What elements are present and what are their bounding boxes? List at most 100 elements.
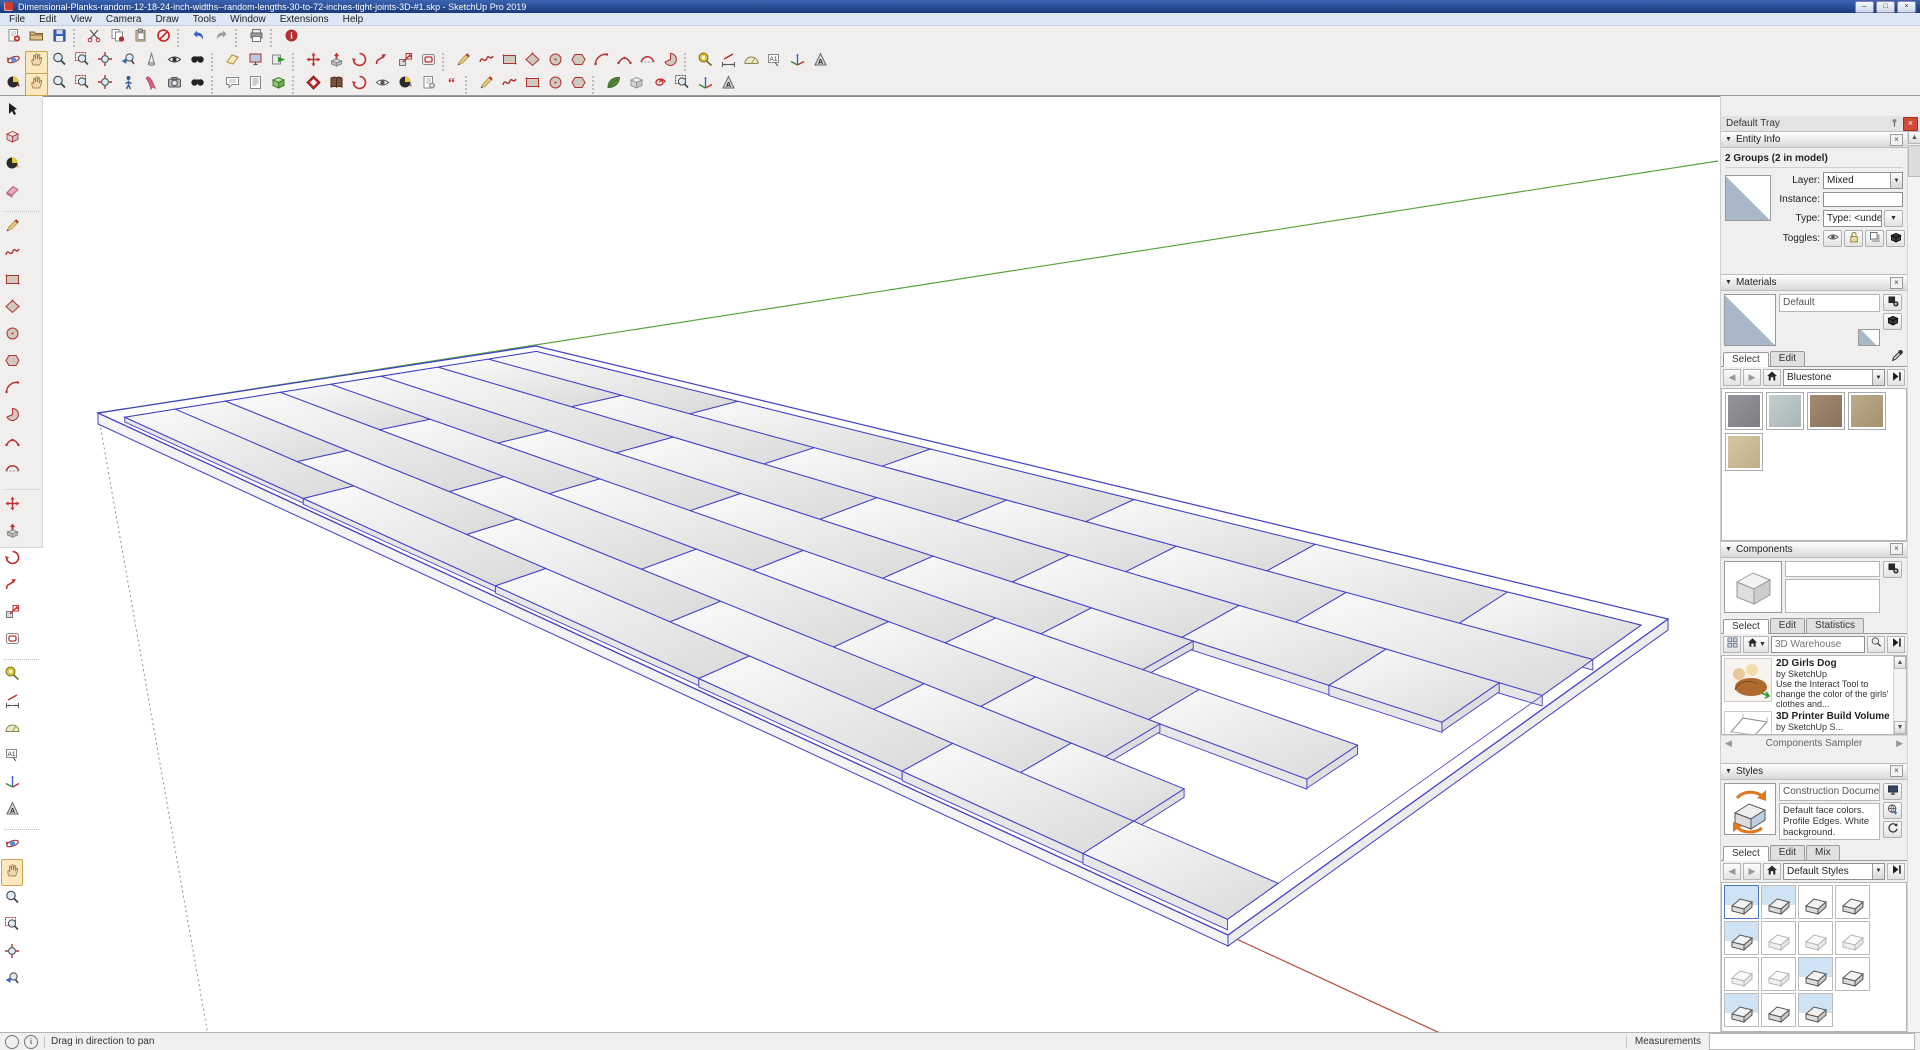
styles-details-button[interactable]	[1887, 863, 1905, 880]
toggle-lock-button[interactable]	[1844, 230, 1863, 247]
geolocation-icon[interactable]	[5, 1035, 19, 1049]
menu-draw[interactable]: Draw	[148, 13, 185, 26]
tape-measure-button[interactable]	[1, 662, 23, 689]
paint-bucket-button[interactable]	[1, 152, 23, 179]
cut-button[interactable]	[83, 27, 106, 50]
offset-button[interactable]	[417, 51, 440, 74]
zoom-button[interactable]	[1, 886, 23, 913]
erase-button[interactable]	[152, 27, 175, 50]
materials-tab-edit[interactable]: Edit	[1770, 351, 1805, 366]
export-animation-button[interactable]	[267, 51, 290, 74]
redo-button[interactable]	[210, 27, 233, 50]
pan-button[interactable]	[25, 51, 48, 74]
zoom-2-button[interactable]	[48, 73, 71, 96]
menu-edit[interactable]: Edit	[32, 13, 63, 26]
styles-tab-mix[interactable]: Mix	[1806, 845, 1840, 860]
walk-2-button[interactable]	[25, 73, 48, 96]
sandbox-freehand-button[interactable]	[498, 73, 521, 96]
material-swatch-tan-stone[interactable]	[1848, 392, 1886, 430]
style-thumb-13[interactable]	[1724, 993, 1759, 1027]
three-point-arc-button[interactable]	[1, 457, 23, 484]
scroll-up-icon[interactable]: ▲	[1894, 656, 1906, 669]
style-thumb-1[interactable]	[1724, 885, 1759, 919]
scale-button[interactable]	[1, 600, 23, 627]
scale-button[interactable]	[394, 51, 417, 74]
line-button[interactable]	[1, 214, 23, 241]
components-tab-select[interactable]: Select	[1723, 619, 1769, 634]
menu-window[interactable]: Window	[223, 13, 273, 26]
sandbox-poly-button[interactable]	[567, 73, 590, 96]
style-globe-button[interactable]	[1883, 802, 1902, 819]
components-header[interactable]: ▼ Components ×	[1721, 541, 1907, 558]
instructor-button[interactable]	[221, 73, 244, 96]
3d-text-button[interactable]: A	[1, 797, 23, 824]
paste-button[interactable]	[129, 27, 152, 50]
make-component-button[interactable]	[1, 125, 23, 152]
style-thumb-8[interactable]	[1835, 921, 1870, 955]
components-close-button[interactable]: ×	[1890, 543, 1903, 555]
components-list-scrollbar[interactable]: ▲ ▼	[1893, 656, 1906, 734]
toggle-eye-button[interactable]	[1823, 230, 1842, 247]
materials-collection-combo[interactable]: Bluestone ▼	[1783, 369, 1885, 386]
style-thumb-15[interactable]	[1798, 993, 1833, 1027]
protractor-button[interactable]	[740, 51, 763, 74]
extension-3dtext-button[interactable]: A	[717, 73, 740, 96]
component-browser-button[interactable]	[267, 73, 290, 96]
fog-button[interactable]	[394, 73, 417, 96]
menu-file[interactable]: File	[2, 13, 32, 26]
back-arrow-button[interactable]: ◀	[1723, 863, 1741, 880]
extension-cube-button[interactable]	[625, 73, 648, 96]
material-name-field[interactable]: Default	[1779, 294, 1880, 312]
model-info-button[interactable]: i	[280, 27, 303, 50]
freehand-button[interactable]	[475, 51, 498, 74]
rotated-rectangle-button[interactable]	[521, 51, 544, 74]
select-button[interactable]	[1, 98, 23, 125]
push-pull-button[interactable]	[1, 519, 23, 546]
menu-tools[interactable]: Tools	[186, 13, 223, 26]
paint-bucket-2-button[interactable]	[2, 73, 25, 96]
zoom-window-2-button[interactable]	[71, 73, 94, 96]
materials-close-button[interactable]: ×	[1890, 277, 1903, 289]
tray-scrollbar[interactable]: ▲	[1907, 131, 1920, 1032]
polygon-button[interactable]	[567, 51, 590, 74]
material-swatch-beige-stone[interactable]	[1725, 433, 1763, 471]
look-around-button[interactable]	[163, 51, 186, 74]
style-thumb-12[interactable]	[1835, 957, 1870, 991]
move-button[interactable]	[302, 51, 325, 74]
scrollbar-thumb[interactable]	[1908, 145, 1920, 177]
rotated-rectangle-button[interactable]	[1, 295, 23, 322]
eraser-button[interactable]	[1, 179, 23, 206]
layer-combo[interactable]: Mixed ▼	[1823, 172, 1903, 189]
shadows-button[interactable]	[371, 73, 394, 96]
styles-close-button[interactable]: ×	[1890, 765, 1903, 777]
component-name-field[interactable]	[1785, 561, 1880, 577]
match-photo-button[interactable]	[417, 73, 440, 96]
styles-tab-select[interactable]: Select	[1723, 846, 1769, 861]
3d-text-button[interactable]: A	[809, 51, 832, 74]
polygon-button[interactable]	[1, 349, 23, 376]
circle-button[interactable]	[544, 51, 567, 74]
style-thumb-3[interactable]	[1798, 885, 1833, 919]
style-thumb-11[interactable]	[1798, 957, 1833, 991]
two-point-arc-button[interactable]	[613, 51, 636, 74]
dimension-button[interactable]	[717, 51, 740, 74]
back-arrow-button[interactable]: ◀	[1723, 369, 1741, 386]
toggle-cubedark-button[interactable]	[1886, 230, 1905, 247]
extension-swirl-button[interactable]	[648, 73, 671, 96]
search-icon-button[interactable]	[1867, 636, 1885, 653]
menu-help[interactable]: Help	[336, 13, 371, 26]
rotate-button[interactable]	[1, 546, 23, 573]
component-list-item[interactable]: 3D Printer Build Volumeby SketchUp S...	[1722, 709, 1906, 735]
dimension-button[interactable]	[1, 689, 23, 716]
components-details-button[interactable]	[1887, 636, 1905, 653]
toggle-shadowbox-button[interactable]	[1865, 230, 1884, 247]
style-thumb-2[interactable]	[1761, 885, 1796, 919]
material-swatch-brown-stone[interactable]	[1807, 392, 1845, 430]
soften-edges-button[interactable]: “	[440, 73, 463, 96]
sandbox-circle-button[interactable]	[544, 73, 567, 96]
text-button[interactable]: A1	[1, 743, 23, 770]
view-options-button[interactable]	[1723, 636, 1741, 653]
style-name-field[interactable]: Construction Documentation St	[1779, 783, 1880, 801]
pan-button[interactable]	[1, 859, 23, 886]
maximize-button[interactable]: □	[1876, 1, 1895, 13]
